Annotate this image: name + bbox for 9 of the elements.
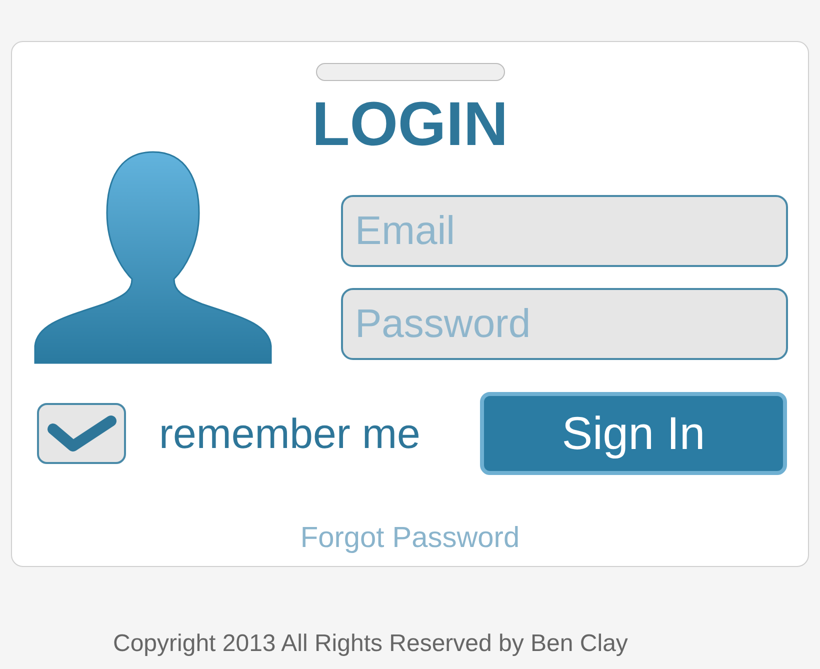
remember-label: remember me <box>159 409 420 459</box>
sign-in-button[interactable]: Sign In <box>480 392 787 475</box>
copyright-text: Copyright 2013 All Rights Reserved by Ben Clay <box>113 629 629 659</box>
user-silhouette-icon <box>34 151 272 364</box>
check-icon <box>46 414 116 452</box>
text-field[interactable]: Password <box>341 288 788 360</box>
text-field[interactable]: Email <box>341 195 788 267</box>
login-title: LOGIN <box>312 95 508 155</box>
remember-checkbox[interactable] <box>37 403 126 464</box>
